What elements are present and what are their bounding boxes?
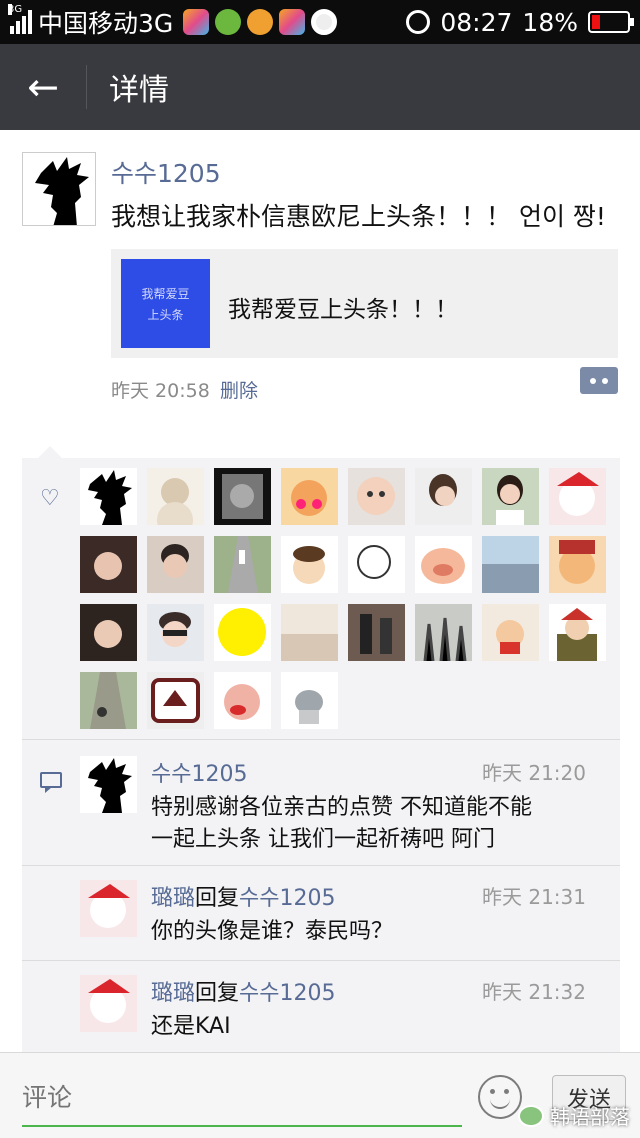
app-icon bbox=[279, 9, 306, 35]
input-underline bbox=[22, 1125, 462, 1127]
battery-icon bbox=[588, 11, 634, 33]
alarm-icon bbox=[406, 10, 431, 34]
post-author-name[interactable]: 수수1205 bbox=[111, 154, 221, 190]
like-avatar[interactable] bbox=[348, 536, 405, 593]
comment-avatar[interactable] bbox=[80, 880, 137, 937]
divider bbox=[22, 739, 620, 740]
like-avatar[interactable] bbox=[214, 536, 271, 593]
like-avatar[interactable] bbox=[415, 604, 472, 661]
like-avatar[interactable] bbox=[281, 468, 338, 525]
shared-link-thumbnail: 我帮爱豆 上头条 bbox=[121, 259, 210, 348]
back-button[interactable]: ← bbox=[0, 44, 86, 130]
status-bar: 3G 中国移动3G 08:27 18% bbox=[0, 0, 640, 44]
like-avatar[interactable] bbox=[482, 468, 539, 525]
like-avatar[interactable] bbox=[549, 468, 606, 525]
comment-time: 昨天 21:31 bbox=[482, 885, 586, 909]
emoji-app-icon bbox=[247, 9, 274, 35]
like-avatar[interactable] bbox=[415, 536, 472, 593]
like-avatar[interactable] bbox=[147, 468, 204, 525]
like-avatar[interactable] bbox=[549, 604, 606, 661]
comment-author[interactable]: 璐璐回复수수1205 bbox=[151, 880, 336, 912]
comment-text: 还是KAI bbox=[151, 1014, 231, 1039]
comment-text: 特别感谢各位亲古的点赞 不知道能不能 一起上头条 让我们一起祈祷吧 阿门 bbox=[151, 795, 532, 852]
comment-time: 昨天 21:32 bbox=[482, 980, 586, 1004]
app-icon bbox=[215, 9, 242, 35]
like-avatar[interactable] bbox=[281, 604, 338, 661]
shared-link-card[interactable]: 我帮爱豆 上头条 我帮爱豆上头条！！！ bbox=[111, 249, 618, 358]
like-avatar[interactable] bbox=[415, 468, 472, 525]
wechat-logo-icon bbox=[518, 1104, 544, 1127]
app-icon bbox=[183, 9, 210, 35]
page-title: 详情 bbox=[109, 73, 169, 108]
comment-avatar[interactable] bbox=[80, 756, 137, 813]
divider bbox=[22, 960, 620, 961]
like-avatar[interactable] bbox=[214, 604, 271, 661]
disc-icon bbox=[311, 9, 338, 35]
clock: 08:27 bbox=[440, 7, 513, 37]
comment-input[interactable] bbox=[22, 1077, 462, 1117]
shared-link-title: 我帮爱豆上头条！！！ bbox=[228, 297, 458, 323]
comment-avatar[interactable] bbox=[80, 975, 137, 1032]
comment-author[interactable]: 수수1205 bbox=[151, 756, 247, 788]
likes-avatar-grid bbox=[80, 468, 620, 729]
like-avatar[interactable] bbox=[214, 672, 271, 729]
delete-link[interactable]: 删除 bbox=[220, 376, 258, 403]
nav-bar: ← 详情 bbox=[0, 44, 640, 130]
nav-divider bbox=[86, 65, 87, 109]
like-avatar[interactable] bbox=[147, 672, 204, 729]
comment-author[interactable]: 璐璐回复수수1205 bbox=[151, 975, 336, 1007]
like-avatar[interactable] bbox=[281, 536, 338, 593]
comment-like-menu-button[interactable] bbox=[580, 367, 618, 394]
comment-icon bbox=[40, 772, 62, 793]
like-avatar[interactable] bbox=[80, 468, 137, 525]
like-avatar[interactable] bbox=[80, 536, 137, 593]
like-avatar[interactable] bbox=[147, 604, 204, 661]
signal-icon: 3G bbox=[8, 4, 32, 34]
comment-time: 昨天 21:20 bbox=[482, 761, 586, 785]
like-avatar[interactable] bbox=[549, 536, 606, 593]
like-avatar[interactable] bbox=[348, 604, 405, 661]
like-avatar[interactable] bbox=[80, 672, 137, 729]
divider bbox=[22, 865, 620, 866]
like-avatar[interactable] bbox=[482, 536, 539, 593]
like-avatar[interactable] bbox=[482, 604, 539, 661]
post-timestamp: 昨天 20:58 bbox=[111, 380, 210, 402]
heart-icon: ♡ bbox=[40, 486, 60, 511]
like-avatar[interactable] bbox=[147, 536, 204, 593]
watermark: 韩语部落 bbox=[518, 1101, 630, 1130]
carrier-label: 中国移动3G bbox=[38, 9, 174, 38]
battery-percent: 18% bbox=[522, 7, 578, 37]
post-author-avatar[interactable] bbox=[22, 152, 96, 226]
comment-text: 你的头像是谁？泰民吗？ bbox=[151, 919, 394, 944]
emoji-icon[interactable] bbox=[478, 1075, 522, 1119]
like-avatar[interactable] bbox=[214, 468, 271, 525]
like-avatar[interactable] bbox=[281, 672, 338, 729]
like-avatar[interactable] bbox=[80, 604, 137, 661]
back-arrow-icon: ← bbox=[27, 65, 59, 109]
comment-input-bar: 发送 韩语部落 bbox=[0, 1052, 640, 1138]
post-text: 我想让我家朴信惠欧尼上头条！！！ 언이 짱! bbox=[111, 202, 606, 231]
like-avatar[interactable] bbox=[348, 468, 405, 525]
